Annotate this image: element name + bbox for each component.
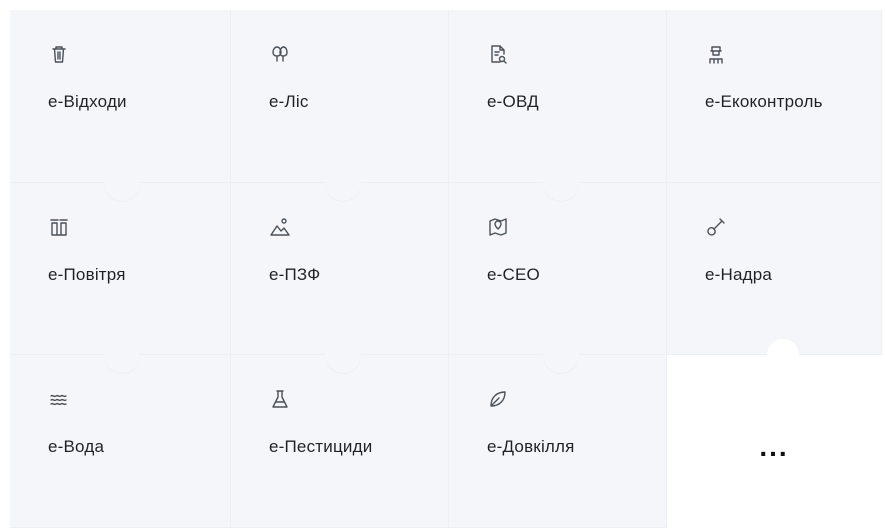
tile-label: e-Довкілля	[487, 437, 575, 456]
factory-chimney-icon	[48, 216, 70, 238]
water-waves-icon	[48, 388, 70, 410]
tile-label: e-Вода	[48, 437, 105, 456]
tile-e-seo[interactable]: e-СЕО	[449, 183, 667, 373]
puzzle-knob	[325, 165, 361, 201]
puzzle-knob	[325, 337, 361, 373]
tile-e-povitria[interactable]: e-Повітря	[10, 183, 231, 373]
document-search-icon	[487, 43, 509, 65]
trash-icon	[48, 43, 70, 65]
tile-e-vidkhody[interactable]: e-Відходи	[10, 10, 231, 201]
tile-e-pzf[interactable]: e-ПЗФ	[231, 183, 449, 373]
puzzle-knob	[104, 337, 140, 373]
puzzle-notch	[767, 339, 799, 371]
tile-label: e-Екоконтроль	[705, 92, 823, 111]
services-grid: e-Відходи e-Ліс e-ОВД e-Екоконтроль e-По…	[10, 10, 882, 528]
tile-label: e-Пестициди	[269, 437, 373, 456]
shovel-icon	[705, 216, 727, 238]
more-button[interactable]: ...	[667, 433, 881, 461]
mountain-icon	[269, 216, 291, 238]
flask-icon	[269, 388, 291, 410]
puzzle-knob	[104, 165, 140, 201]
tile-more[interactable]: ...	[667, 339, 882, 528]
tile-e-ovd[interactable]: e-ОВД	[449, 10, 667, 201]
map-pin-icon	[487, 216, 509, 238]
leaf-icon	[487, 388, 509, 410]
tile-label: e-Ліс	[269, 92, 309, 111]
tree-icon	[269, 43, 291, 65]
tile-e-nadra[interactable]: e-Надра	[667, 183, 882, 355]
tile-label: e-СЕО	[487, 265, 540, 284]
tile-e-lis[interactable]: e-Ліс	[231, 10, 449, 201]
tile-label: e-Відходи	[48, 92, 127, 111]
inspector-icon	[705, 43, 727, 65]
tile-label: e-ПЗФ	[269, 265, 321, 284]
tile-e-dovkillia[interactable]: e-Довкілля	[449, 355, 667, 528]
tile-e-pestytsydy[interactable]: e-Пестициди	[231, 355, 449, 528]
tile-label: e-Надра	[705, 265, 773, 284]
tile-label: e-Повітря	[48, 265, 126, 284]
puzzle-knob	[543, 337, 579, 373]
puzzle-knob	[543, 165, 579, 201]
tile-e-ekokontrol[interactable]: e-Екоконтроль	[667, 10, 882, 183]
tile-label: e-ОВД	[487, 92, 539, 111]
tile-e-voda[interactable]: e-Вода	[10, 355, 231, 528]
